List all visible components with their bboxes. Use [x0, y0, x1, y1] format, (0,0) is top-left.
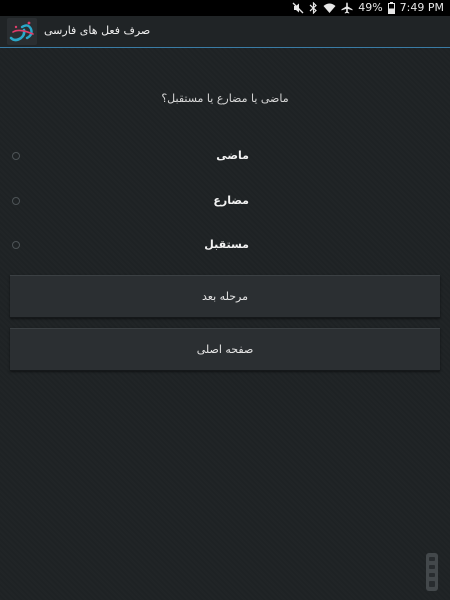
app-screen: 49% 7:49 PM صرف فعل های فارسی ماضی یا مض… [0, 0, 450, 600]
status-time: 7:49 PM [399, 1, 444, 14]
battery-percent: 49% [358, 1, 383, 14]
wifi-icon [323, 2, 336, 14]
home-button[interactable]: صفحه اصلی [10, 328, 440, 371]
radio-button[interactable] [12, 241, 20, 249]
option-label[interactable]: مستقبل [204, 238, 249, 251]
radio-button[interactable] [12, 197, 20, 205]
option-label[interactable]: ماضی [216, 149, 249, 162]
app-title: صرف فعل های فارسی [44, 24, 151, 37]
cafebazaar-watermark-icon [422, 551, 442, 593]
option-present[interactable]: مضارع [0, 191, 450, 215]
airplane-mode-icon [341, 2, 353, 14]
battery-icon [387, 2, 395, 14]
app-logo-icon[interactable] [7, 18, 37, 45]
radio-button[interactable] [12, 152, 20, 160]
status-bar: 49% 7:49 PM [0, 0, 450, 16]
next-step-button[interactable]: مرحله بعد [10, 275, 440, 318]
option-future[interactable]: مستقبل [0, 235, 450, 259]
signal-mute-icon [292, 2, 304, 14]
option-past[interactable]: ماضی [0, 146, 450, 170]
question-text: ماضی یا مضارع یا مستقبل؟ [161, 92, 289, 105]
option-label[interactable]: مضارع [213, 194, 249, 207]
app-bar: صرف فعل های فارسی [0, 16, 450, 48]
bluetooth-icon [309, 2, 318, 14]
